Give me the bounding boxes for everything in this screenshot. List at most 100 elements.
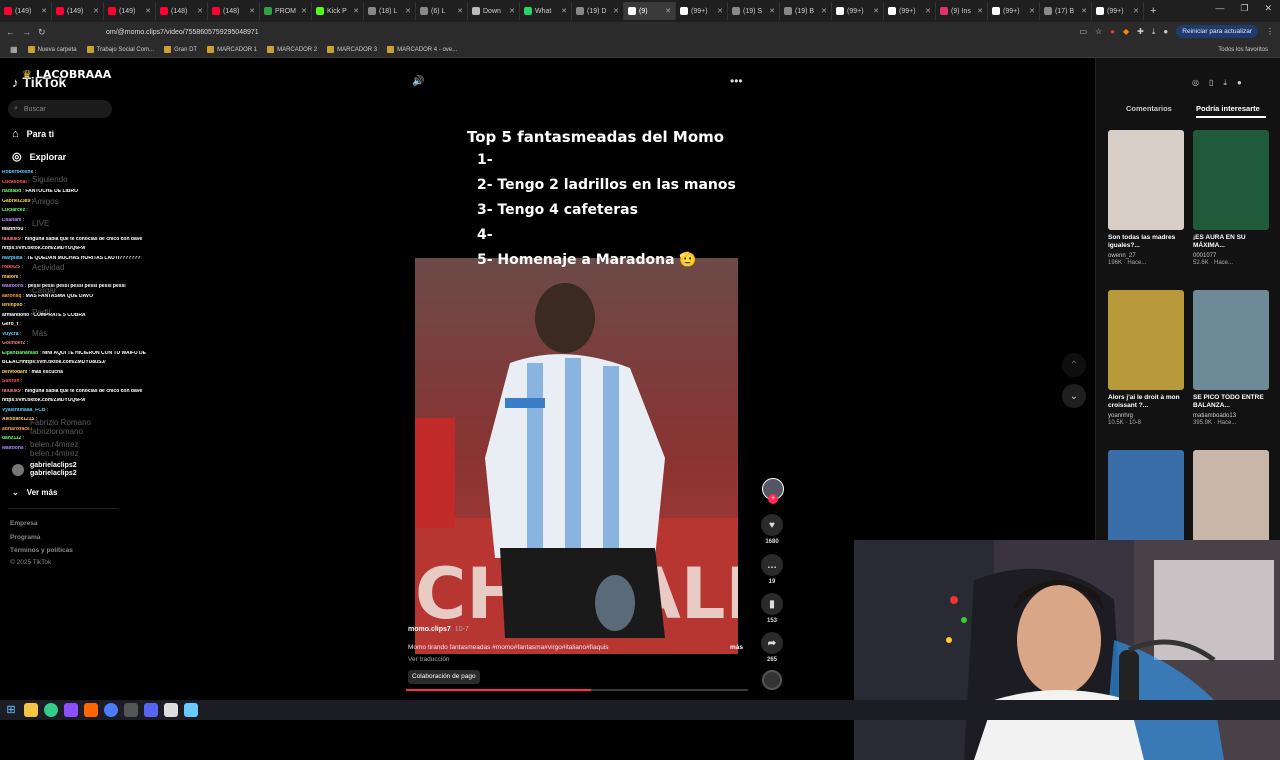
back-icon[interactable]: ←: [6, 27, 22, 37]
translate-link[interactable]: Ver traducción: [408, 656, 450, 663]
video-author[interactable]: momo.clips7 10-7: [408, 626, 469, 633]
browser-tab[interactable]: Kick P ✕: [312, 2, 364, 20]
more-options-icon[interactable]: •••: [730, 74, 743, 88]
comment-button[interactable]: … 19: [760, 554, 784, 585]
card-author[interactable]: owenn_27: [1108, 253, 1184, 259]
following-item[interactable]: gabrielaclips2 gabrielaclips2: [12, 462, 77, 479]
close-tab-icon[interactable]: ✕: [821, 7, 827, 15]
device-icon[interactable]: ▯: [1209, 78, 1213, 88]
browser-tab[interactable]: (99+) ✕: [832, 2, 884, 20]
bookmark-item[interactable]: MARCADOR 1: [207, 46, 257, 53]
new-tab-icon[interactable]: +: [1144, 5, 1162, 17]
close-tab-icon[interactable]: ✕: [405, 7, 411, 15]
download-icon[interactable]: ⤓: [1223, 78, 1227, 88]
music-disc-icon[interactable]: [762, 670, 782, 690]
browser-tab[interactable]: (19) S ✕: [728, 2, 780, 20]
card-author[interactable]: matiamboado13: [1193, 413, 1269, 419]
card-author[interactable]: yoannhrg: [1108, 413, 1184, 419]
browser-tab[interactable]: What ✕: [520, 2, 572, 20]
close-tab-icon[interactable]: ✕: [769, 7, 775, 15]
extension-icon[interactable]: ●: [1110, 27, 1115, 36]
close-tab-icon[interactable]: ✕: [509, 7, 515, 15]
browser-tab[interactable]: (99+) ✕: [988, 2, 1040, 20]
browser-tab[interactable]: (99+) ✕: [676, 2, 728, 20]
browser-tab[interactable]: (18) L ✕: [364, 2, 416, 20]
bookmark-item[interactable]: Gran DT: [164, 46, 197, 53]
close-tab-icon[interactable]: ✕: [197, 7, 203, 15]
browser-tab[interactable]: (9) ✕: [624, 2, 676, 20]
bookmark-item[interactable]: MARCADOR 4 - ove...: [387, 46, 457, 53]
app-icon[interactable]: [164, 703, 178, 717]
close-tab-icon[interactable]: ✕: [925, 7, 931, 15]
video-thumbnail[interactable]: [1108, 450, 1184, 550]
browser-tab[interactable]: (6) L ✕: [416, 2, 468, 20]
close-tab-icon[interactable]: ✕: [561, 7, 567, 15]
ver-mas-button[interactable]: ⌄ Ver más: [12, 488, 57, 497]
browser-tab[interactable]: (19) B ✕: [780, 2, 832, 20]
browser-tab[interactable]: (99+) ✕: [884, 2, 936, 20]
avatar[interactable]: ●: [1237, 78, 1242, 88]
browser-tab[interactable]: (149) ✕: [52, 2, 104, 20]
app-icon[interactable]: [64, 703, 78, 717]
profile-avatar[interactable]: ●: [1163, 27, 1168, 36]
like-button[interactable]: ♥ 1680: [760, 514, 784, 545]
recommended-video-card[interactable]: Alors j'ai le droit à mon croissant ?...…: [1108, 290, 1184, 426]
recommended-video-card[interactable]: SE PICO TODO ENTRE BALANZA... matiamboado…: [1193, 290, 1269, 426]
close-tab-icon[interactable]: ✕: [1029, 7, 1035, 15]
url-field[interactable]: om/@momo.clips7/video/755860575929504897…: [106, 29, 259, 36]
close-tab-icon[interactable]: ✕: [613, 7, 619, 15]
browser-tab[interactable]: (148) ✕: [208, 2, 260, 20]
restart-update-button[interactable]: Reiniciar para actualizar: [1176, 25, 1258, 38]
bookmark-item[interactable]: Nueva carpeta: [27, 46, 77, 53]
menu-dots-icon[interactable]: ⋮: [1266, 27, 1274, 36]
recommended-video-card[interactable]: [1108, 450, 1184, 550]
reload-icon[interactable]: ↻: [38, 27, 54, 38]
close-tab-icon[interactable]: ✕: [145, 7, 151, 15]
extensions-puzzle-icon[interactable]: ✚: [1137, 27, 1144, 36]
card-author[interactable]: 0001077: [1193, 253, 1269, 259]
volume-icon[interactable]: 🔊: [412, 76, 424, 87]
video-thumbnail[interactable]: [1108, 290, 1184, 390]
footer-programa[interactable]: Programa: [10, 534, 40, 541]
close-tab-icon[interactable]: ✕: [665, 7, 671, 15]
close-tab-icon[interactable]: ✕: [977, 7, 983, 15]
app-icon[interactable]: [84, 703, 98, 717]
video-thumbnail[interactable]: [1193, 450, 1269, 550]
browser-tab[interactable]: (19) D ✕: [572, 2, 624, 20]
video-thumbnail[interactable]: [1193, 290, 1269, 390]
star-icon[interactable]: ☆: [1095, 27, 1102, 36]
browser-tab[interactable]: (148) ✕: [156, 2, 208, 20]
bookmark-item[interactable]: MARCADOR 2: [267, 46, 317, 53]
video-progress-bar[interactable]: [406, 689, 748, 691]
video-thumbnail[interactable]: [1108, 130, 1184, 230]
video-thumbnail[interactable]: [1193, 130, 1269, 230]
nav-explorar[interactable]: ◎ Explorar: [12, 150, 66, 163]
tab-comentarios[interactable]: Comentarios: [1126, 104, 1172, 113]
browser-tab[interactable]: (99+) ✕: [1092, 2, 1144, 20]
close-tab-icon[interactable]: ✕: [41, 7, 47, 15]
close-tab-icon[interactable]: ✕: [249, 7, 255, 15]
cast-icon[interactable]: ▭: [1079, 27, 1087, 36]
file-explorer-icon[interactable]: [24, 703, 38, 717]
nav-para-ti[interactable]: ⌂ Para ti: [12, 128, 54, 140]
footer-empresa[interactable]: Empresa: [10, 520, 37, 527]
close-tab-icon[interactable]: ✕: [93, 7, 99, 15]
browser-tab[interactable]: (149) ✕: [104, 2, 156, 20]
close-tab-icon[interactable]: ✕: [301, 7, 307, 15]
bookmark-item[interactable]: Trabajo Social Com...: [86, 46, 154, 53]
browser-tab[interactable]: (9) Ins ✕: [936, 2, 988, 20]
app-icon[interactable]: [184, 703, 198, 717]
recommended-video-card[interactable]: [1193, 450, 1269, 550]
close-tab-icon[interactable]: ✕: [717, 7, 723, 15]
browser-tab[interactable]: (17) B ✕: [1040, 2, 1092, 20]
minimize-icon[interactable]: —: [1215, 3, 1224, 14]
footer-terminos[interactable]: Términos y políticas: [10, 547, 73, 554]
share-button[interactable]: ➦ 265: [760, 632, 784, 663]
save-button[interactable]: ▮ 153: [760, 593, 784, 624]
close-window-icon[interactable]: ✕: [1264, 3, 1272, 14]
follow-plus-icon[interactable]: +: [768, 494, 778, 504]
all-bookmarks[interactable]: Todos los favoritos: [1218, 47, 1268, 53]
close-tab-icon[interactable]: ✕: [457, 7, 463, 15]
discord-icon[interactable]: [144, 703, 158, 717]
extension-icon[interactable]: ◆: [1123, 27, 1129, 36]
